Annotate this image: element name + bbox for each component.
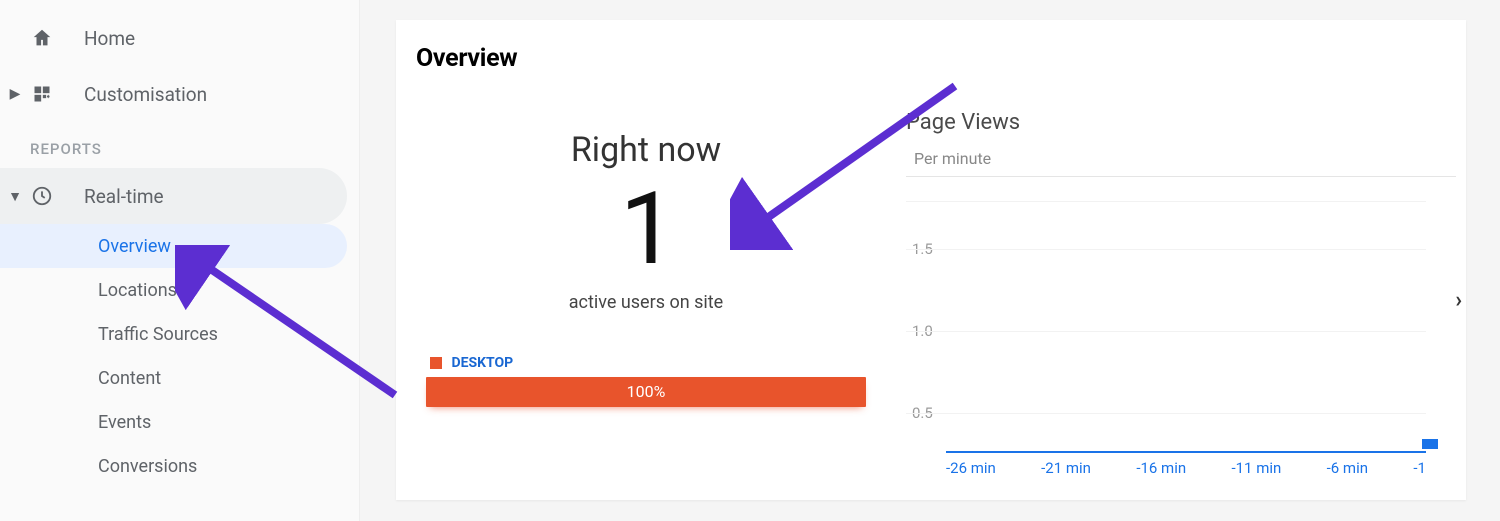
active-users-caption: active users on site	[426, 292, 866, 313]
device-percent-bar: 100%	[426, 377, 866, 407]
page-title: Overview	[416, 44, 517, 73]
sidebar-item-realtime[interactable]: ▼ Real-time	[0, 168, 347, 224]
chart-plot-area: 1.5 1.0 0.5 -26 min -21 min -16 min -11 …	[906, 181, 1456, 481]
sidebar-subitem-conversions[interactable]: Conversions	[0, 444, 347, 488]
pageviews-chart: Page Views Per minute 1.5 1.0 0.5 -26 mi…	[906, 110, 1456, 480]
sidebar-item-label: Overview	[98, 236, 171, 257]
dashboard-icon	[28, 84, 56, 104]
chart-title: Page Views	[906, 110, 1456, 135]
sidebar-item-label: Events	[98, 412, 151, 433]
sidebar-item-label: Content	[98, 368, 161, 389]
x-tick: -16 min	[1136, 459, 1186, 477]
sidebar-item-label: Real-time	[84, 185, 164, 208]
sidebar-item-label: Customisation	[84, 83, 207, 106]
x-tick: -21 min	[1041, 459, 1091, 477]
x-tick: -1	[1413, 459, 1426, 477]
sidebar-subitem-events[interactable]: Events	[0, 400, 347, 444]
sidebar-item-label: Home	[84, 27, 135, 50]
sidebar-item-label: Traffic Sources	[98, 324, 218, 345]
x-tick: -26 min	[946, 459, 996, 477]
chart-next-arrow-icon[interactable]: ›	[1455, 288, 1462, 313]
home-icon	[28, 27, 56, 49]
chevron-down-icon: ▼	[6, 188, 24, 205]
clock-icon	[28, 185, 56, 207]
chevron-right-icon: ▶	[6, 86, 24, 102]
device-legend: DESKTOP	[430, 355, 866, 371]
device-legend-label: DESKTOP	[451, 355, 513, 371]
sidebar-item-label: Locations	[98, 280, 177, 301]
sidebar-item-home[interactable]: Home	[0, 10, 347, 66]
sidebar: Home ▶ Customisation REPORTS ▼ Real-time…	[0, 0, 360, 521]
realtime-summary: Right now 1 active users on site DESKTOP…	[426, 130, 866, 407]
overview-card: Overview Right now 1 active users on sit…	[396, 20, 1466, 500]
right-now-label: Right now	[426, 130, 866, 170]
chart-x-axis: -26 min -21 min -16 min -11 min -6 min -…	[946, 451, 1426, 477]
sidebar-item-label: Conversions	[98, 456, 197, 477]
chart-subtitle: Per minute	[906, 143, 1456, 177]
sidebar-subitem-overview[interactable]: Overview	[0, 224, 347, 268]
chart-bar	[1422, 439, 1438, 449]
x-tick: -6 min	[1327, 459, 1368, 477]
main-content: Overview Right now 1 active users on sit…	[360, 0, 1500, 521]
x-tick: -11 min	[1231, 459, 1281, 477]
sidebar-subitem-traffic-sources[interactable]: Traffic Sources	[0, 312, 347, 356]
sidebar-subitem-content[interactable]: Content	[0, 356, 347, 400]
legend-swatch-desktop	[430, 357, 442, 369]
device-percent-label: 100%	[627, 382, 666, 401]
active-users-count: 1	[426, 180, 866, 280]
sidebar-subitem-locations[interactable]: Locations	[0, 268, 347, 312]
sidebar-section-header: REPORTS	[0, 122, 359, 168]
sidebar-item-customisation[interactable]: ▶ Customisation	[0, 66, 347, 122]
